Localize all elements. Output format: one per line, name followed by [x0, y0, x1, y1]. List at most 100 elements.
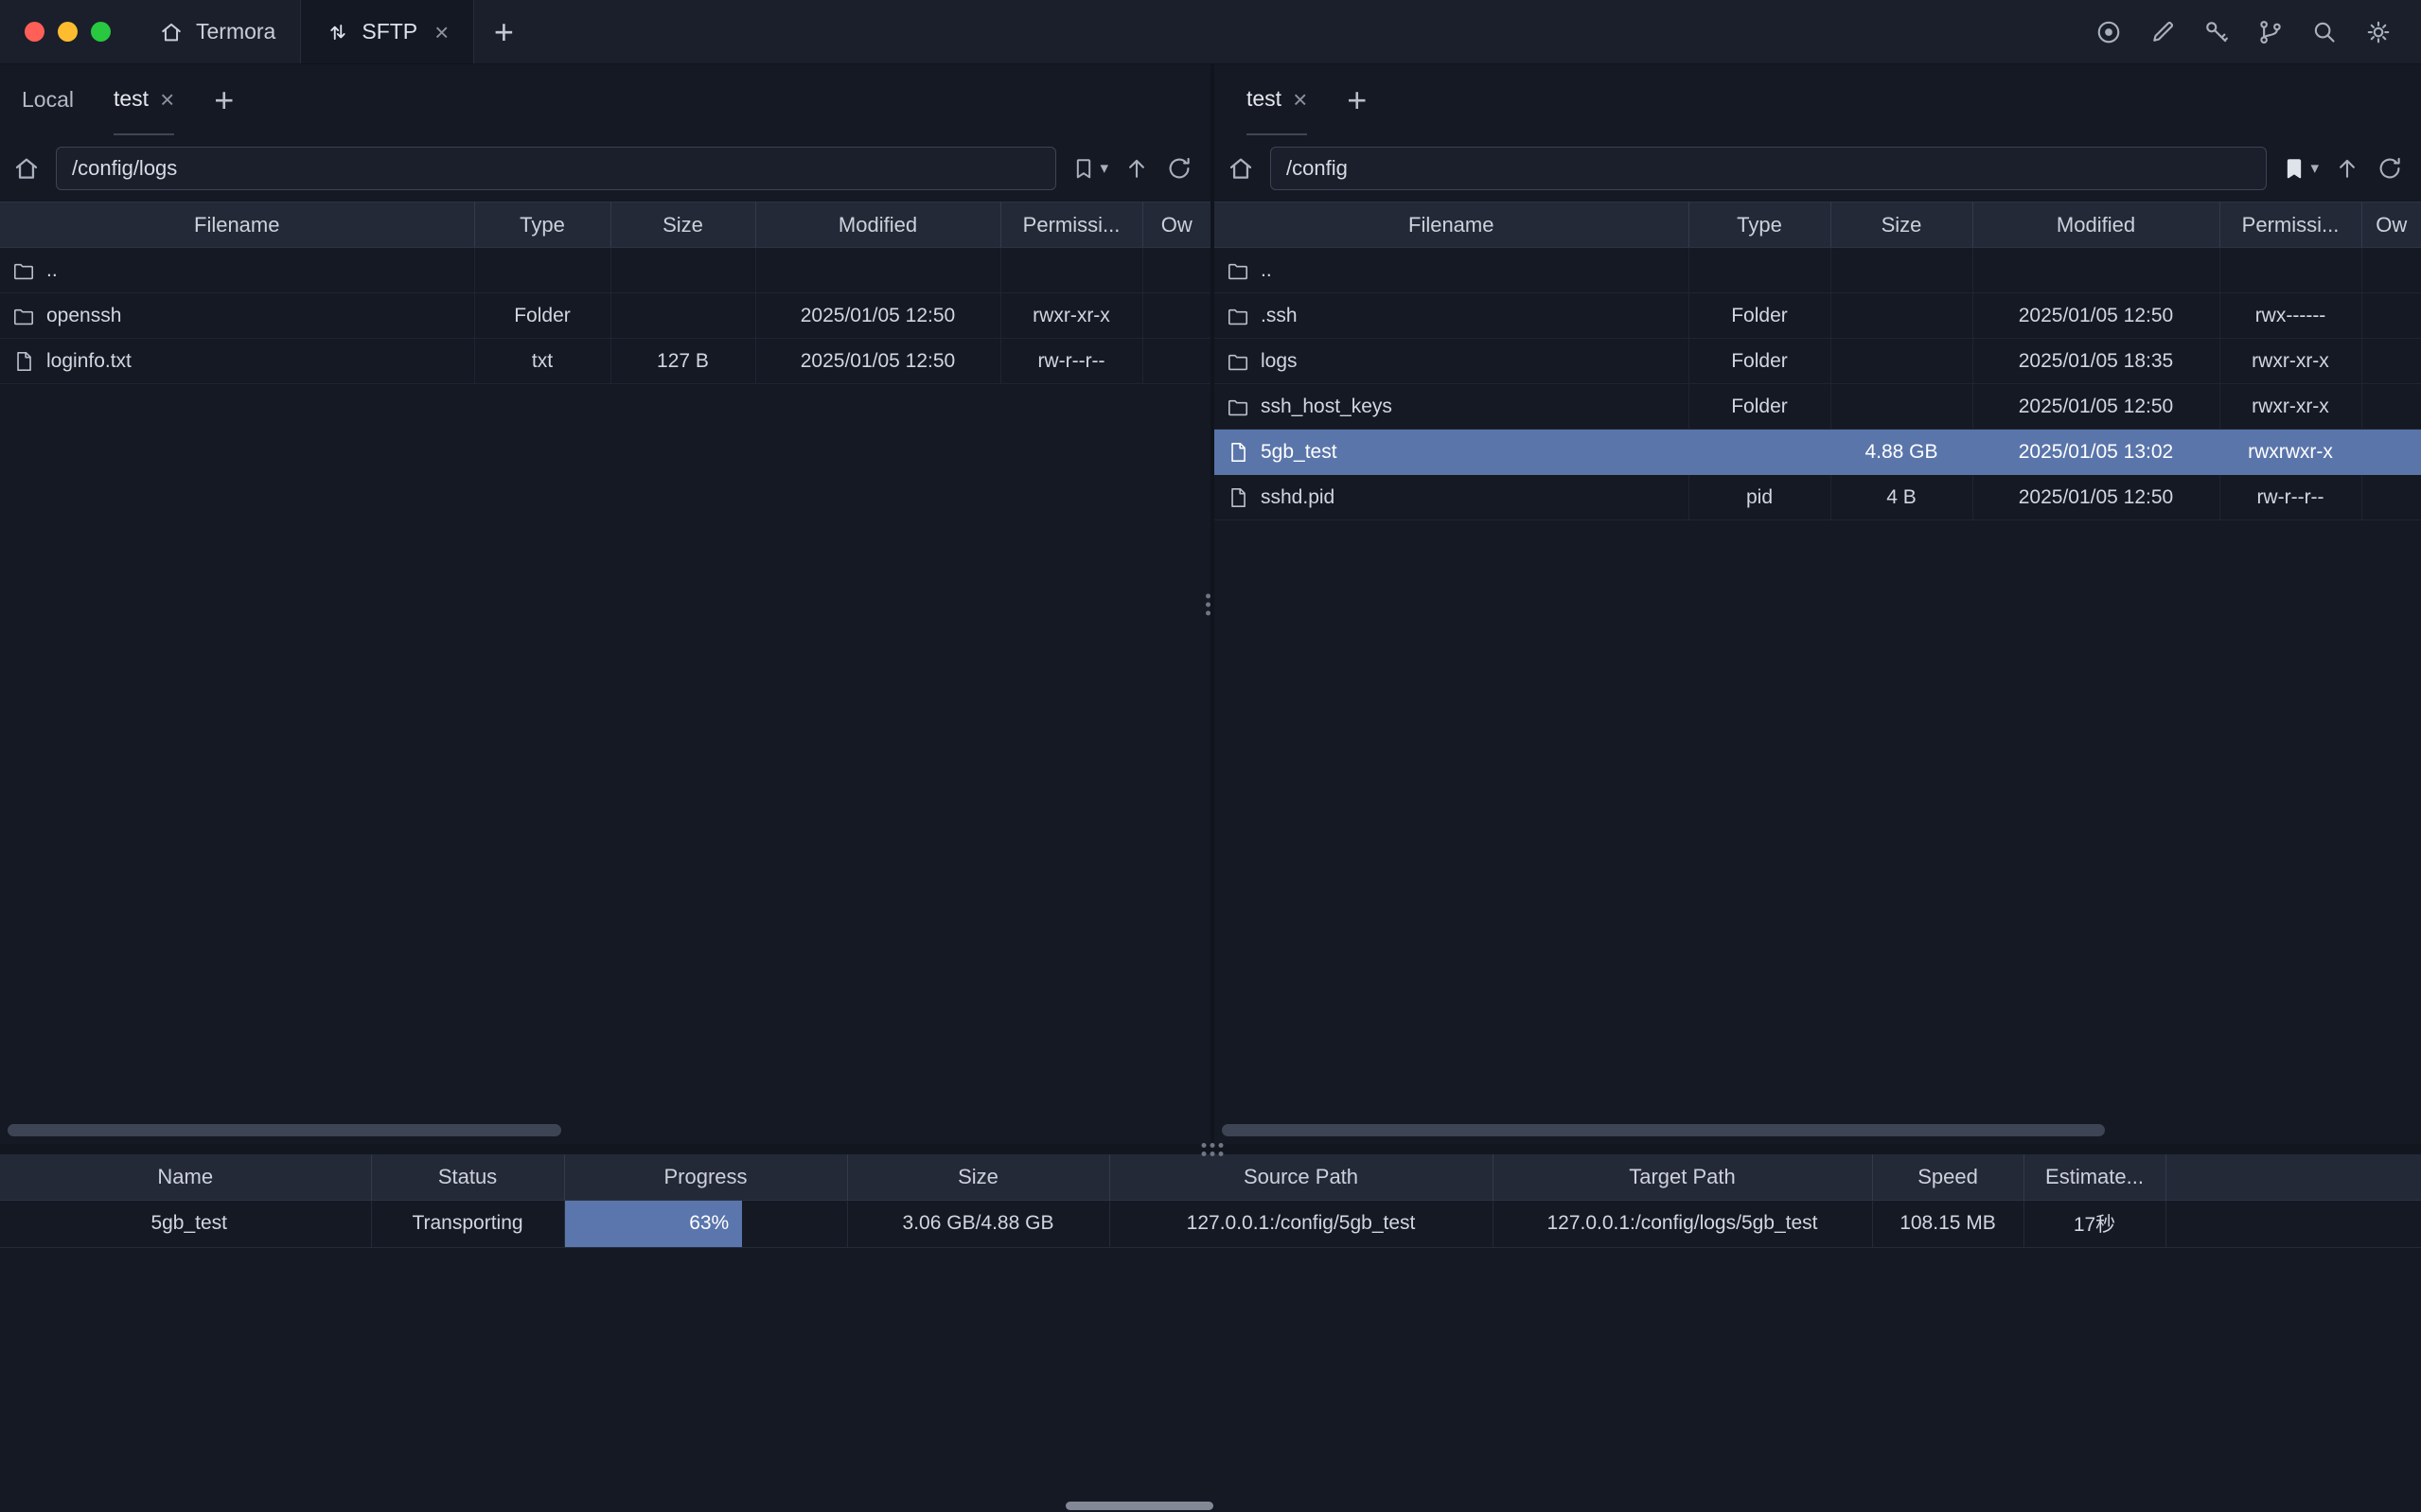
column-header-name[interactable]: Name	[0, 1154, 371, 1200]
bookmark-button[interactable]: ▾	[2281, 155, 2319, 182]
chevron-down-icon[interactable]: ▾	[2310, 159, 2319, 178]
horizontal-scrollbar-thumb[interactable]	[8, 1124, 561, 1136]
zoom-window-button[interactable]	[91, 22, 111, 42]
tab-sftp[interactable]: SFTP ×	[300, 0, 474, 63]
permissions-cell: rwxr-xr-x	[2219, 339, 2361, 384]
table-row[interactable]: loginfo.txt txt 127 B 2025/01/05 12:50 r…	[0, 339, 1210, 384]
tab-local[interactable]: Local	[22, 64, 74, 135]
record-icon	[2094, 18, 2123, 46]
keys-button[interactable]	[2200, 16, 2233, 48]
transfer-row[interactable]: 5gb_test Transporting 63% 3.06 GB/4.88 G…	[0, 1200, 2421, 1247]
column-header-size[interactable]: Size	[610, 202, 755, 248]
tab-test-left[interactable]: test ×	[114, 64, 174, 135]
close-tab-icon[interactable]: ×	[1293, 87, 1307, 112]
column-header-filename[interactable]: Filename	[1214, 202, 1688, 248]
type-cell: txt	[474, 339, 610, 384]
column-header-type[interactable]: Type	[1688, 202, 1830, 248]
parent-directory-button[interactable]	[1122, 154, 1151, 183]
size-cell	[1830, 248, 1972, 293]
path-input[interactable]	[56, 147, 1056, 190]
column-header-type[interactable]: Type	[474, 202, 610, 248]
home-button[interactable]	[11, 153, 42, 184]
new-pane-tab-button[interactable]: +	[1347, 64, 1367, 135]
column-header-speed[interactable]: Speed	[1872, 1154, 2023, 1200]
parent-directory-button[interactable]	[2333, 154, 2361, 183]
column-header-permissions[interactable]: Permissi...	[1000, 202, 1142, 248]
refresh-button[interactable]	[1165, 154, 1193, 183]
transfer-name-cell: 5gb_test	[0, 1200, 371, 1247]
refresh-button[interactable]	[2376, 154, 2404, 183]
modified-cell: 2025/01/05 12:50	[755, 293, 1000, 339]
folder-icon	[11, 304, 36, 328]
type-cell	[1688, 248, 1830, 293]
size-cell	[1830, 339, 1972, 384]
column-header-progress[interactable]: Progress	[564, 1154, 847, 1200]
column-header-target-path[interactable]: Target Path	[1493, 1154, 1872, 1200]
horizontal-scrollbar-thumb[interactable]	[1222, 1124, 2105, 1136]
home-button[interactable]	[1226, 153, 1256, 184]
tab-termora[interactable]: Termora	[133, 0, 300, 63]
home-icon	[1226, 153, 1256, 184]
table-row[interactable]: sshd.pid pid 4 B 2025/01/05 12:50 rw-r--…	[1214, 475, 2421, 520]
bookmark-filled-icon	[2281, 155, 2307, 182]
table-row[interactable]: ..	[0, 248, 1210, 293]
chevron-down-icon[interactable]: ▾	[1100, 159, 1108, 178]
tab-sftp-label: SFTP	[362, 19, 417, 44]
horizontal-splitter[interactable]	[0, 1144, 2421, 1154]
size-cell	[1830, 384, 1972, 430]
column-header-empty	[2165, 1154, 2421, 1200]
right-pane-tabs: test × +	[1214, 64, 2421, 135]
progress-label: 63%	[689, 1212, 729, 1235]
record-button[interactable]	[2093, 16, 2125, 48]
tab-test-right[interactable]: test ×	[1246, 64, 1307, 135]
folder-icon	[1226, 395, 1250, 419]
column-header-permissions[interactable]: Permissi...	[2219, 202, 2361, 248]
gear-icon	[2364, 18, 2393, 46]
close-tab-icon[interactable]: ×	[160, 87, 174, 112]
column-header-estimate[interactable]: Estimate...	[2023, 1154, 2165, 1200]
window-titlebar: Termora SFTP × +	[0, 0, 2421, 64]
close-window-button[interactable]	[25, 22, 44, 42]
table-row-selected[interactable]: 5gb_test 4.88 GB 2025/01/05 13:02 rwxrwx…	[1214, 430, 2421, 475]
type-cell: Folder	[1688, 339, 1830, 384]
column-header-filename[interactable]: Filename	[0, 202, 474, 248]
transfers-panel: Name Status Progress Size Source Path Ta…	[0, 1154, 2421, 1512]
column-header-size[interactable]: Size	[1830, 202, 1972, 248]
edit-button[interactable]	[2147, 16, 2179, 48]
column-header-source-path[interactable]: Source Path	[1109, 1154, 1493, 1200]
owner-cell	[2361, 475, 2421, 520]
new-window-tab-button[interactable]: +	[474, 0, 533, 63]
table-row[interactable]: openssh Folder 2025/01/05 12:50 rwxr-xr-…	[0, 293, 1210, 339]
column-header-owner[interactable]: Ow	[1142, 202, 1210, 248]
modified-cell: 2025/01/05 13:02	[1972, 430, 2219, 475]
close-tab-icon[interactable]: ×	[434, 20, 449, 44]
table-row[interactable]: .ssh Folder 2025/01/05 12:50 rwx------	[1214, 293, 2421, 339]
splitter-drag-handle[interactable]	[1202, 1143, 1224, 1156]
file-icon	[1226, 485, 1250, 510]
path-input[interactable]	[1270, 147, 2267, 190]
settings-button[interactable]	[2362, 16, 2394, 48]
new-pane-tab-button[interactable]: +	[214, 64, 234, 135]
minimize-window-button[interactable]	[58, 22, 78, 42]
transfer-status-cell: Transporting	[371, 1200, 564, 1247]
type-cell: Folder	[1688, 384, 1830, 430]
column-header-modified[interactable]: Modified	[1972, 202, 2219, 248]
column-header-status[interactable]: Status	[371, 1154, 564, 1200]
owner-cell	[2361, 339, 2421, 384]
column-header-modified[interactable]: Modified	[755, 202, 1000, 248]
column-header-owner[interactable]: Ow	[2361, 202, 2421, 248]
filename-label: 5gb_test	[1261, 441, 1337, 464]
column-header-size[interactable]: Size	[847, 1154, 1109, 1200]
bottom-scrollbar-thumb[interactable]	[1066, 1502, 1213, 1510]
permissions-cell: rwxr-xr-x	[2219, 384, 2361, 430]
transfer-arrows-icon	[326, 20, 350, 44]
branch-button[interactable]	[2254, 16, 2287, 48]
bookmark-button[interactable]: ▾	[1070, 155, 1108, 182]
table-row[interactable]: logs Folder 2025/01/05 18:35 rwxr-xr-x	[1214, 339, 2421, 384]
table-row[interactable]: ssh_host_keys Folder 2025/01/05 12:50 rw…	[1214, 384, 2421, 430]
table-row[interactable]: ..	[1214, 248, 2421, 293]
type-cell	[474, 248, 610, 293]
modified-cell: 2025/01/05 12:50	[1972, 475, 2219, 520]
refresh-icon	[1165, 154, 1193, 183]
search-button[interactable]	[2308, 16, 2341, 48]
